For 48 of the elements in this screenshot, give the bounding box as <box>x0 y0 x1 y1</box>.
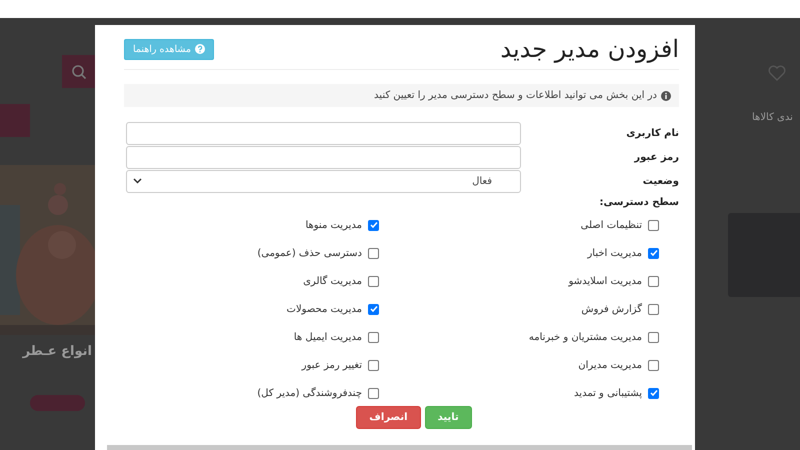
checkbox-label: مدیریت ایمیل ها <box>294 332 362 342</box>
checkbox[interactable] <box>648 220 659 230</box>
checkbox[interactable] <box>648 248 659 258</box>
checkbox[interactable] <box>368 388 379 398</box>
info-text: در این بخش می توانید اطلاعات و سطح دسترسی مدیر را تعیین کنید <box>374 90 657 101</box>
input-field[interactable] <box>126 146 521 168</box>
cancel-button[interactable]: انصراف <box>356 406 421 429</box>
checkbox-label: مدیریت اسلایدشو <box>568 276 642 286</box>
section-title: ندی کالاها <box>752 112 793 123</box>
checkbox[interactable] <box>368 332 379 342</box>
checkbox-label: پشتیبانی و تمدید <box>574 388 642 398</box>
scrollbar[interactable] <box>107 445 692 450</box>
checkbox-label: مدیریت محصولات <box>286 304 362 314</box>
checkbox-label: تغییر رمز عبور <box>302 360 362 370</box>
checkbox-label: دسترسی حذف (عمومی) <box>257 248 362 258</box>
checkbox[interactable] <box>368 248 379 258</box>
checkbox-label: مدیریت منوها <box>305 220 362 230</box>
dialog-title: افزودن مدیر جدید <box>500 35 679 63</box>
checkbox[interactable] <box>648 332 659 342</box>
checkbox[interactable] <box>368 304 379 314</box>
field-label: وضعیت <box>642 176 679 186</box>
help-button[interactable]: مشاهده راهنما <box>124 38 214 60</box>
checkbox[interactable] <box>368 276 379 286</box>
checkbox[interactable] <box>648 304 659 314</box>
input-field[interactable] <box>126 122 521 144</box>
access-label: سطح دسترسی: <box>598 197 679 208</box>
question-icon <box>194 44 205 54</box>
field-label: نام کاربری <box>625 128 679 138</box>
checkbox[interactable] <box>648 388 659 398</box>
checkbox[interactable] <box>368 220 379 230</box>
checkbox[interactable] <box>648 360 659 370</box>
hero-title: انواع عـطر <box>22 344 92 359</box>
info-icon <box>661 90 671 100</box>
checkbox-label: مدیریت مدیران <box>578 360 642 370</box>
checkbox-label: مدیریت مشتریان و خبرنامه <box>528 332 642 342</box>
checkbox-label: گزارش فروش <box>581 304 642 314</box>
checkbox-label: مدیریت اخبار <box>587 248 642 258</box>
chevron-icon <box>133 178 142 184</box>
confirm-button[interactable]: تایید <box>424 406 472 429</box>
checkbox[interactable] <box>648 276 659 286</box>
field-label: رمز عبور <box>633 152 679 162</box>
checkbox[interactable] <box>368 360 379 370</box>
checkbox-label: چندفروشندگی (مدیر کل) <box>257 388 362 398</box>
search-button[interactable] <box>62 55 95 88</box>
status-select[interactable]: فعال <box>126 170 521 192</box>
checkbox-label: مدیریت گالری <box>303 276 362 286</box>
search-icon <box>70 64 86 80</box>
checkbox-label: تنظیمات اصلی <box>580 220 642 230</box>
